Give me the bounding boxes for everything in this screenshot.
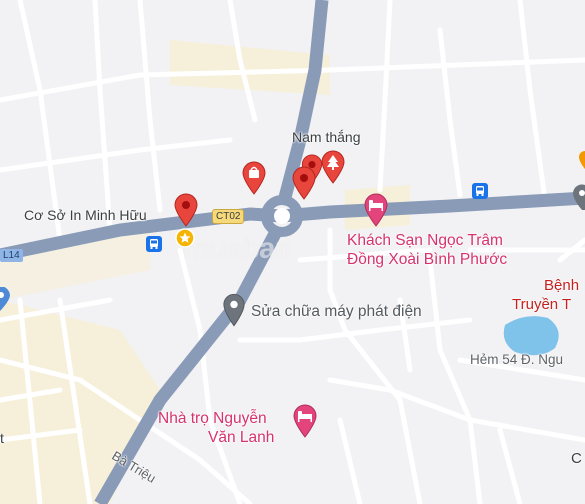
map-pin-gray-icon[interactable] [571,183,585,211]
place-label-edge-c: C [571,450,582,467]
watermark: muaban [183,232,293,265]
map-pin-gray-icon[interactable] [222,293,246,327]
hotel-bed-icon[interactable] [292,404,318,438]
place-label-sua-chua[interactable]: Sửa chữa máy phát điện [251,303,422,321]
pond-water [503,316,559,356]
map-canvas[interactable]: muaban CT02 L14 Cơ Sở In Minh Hữu Nam th… [0,0,585,504]
place-label-khach-san-line2[interactable]: Đồng Xoài Bình Phước [347,250,507,270]
place-label-co-so-in[interactable]: Cơ Sở In Minh Hữu [24,207,147,223]
place-label-khach-san-line1[interactable]: Khách Sạn Ngọc Trâm [347,231,503,251]
map-pin-orange-icon[interactable] [578,150,585,170]
route-shield-l14: L14 [0,249,23,262]
shopping-bag-pin-icon[interactable] [241,161,267,195]
place-label-benh-line1[interactable]: Bệnh [544,276,579,296]
place-label-edge-t: t [0,430,4,446]
place-label-nha-tro-line1[interactable]: Nhà trọ Nguyễn [158,409,267,429]
roundabout-icon [274,208,290,224]
tree-pin-icon[interactable] [320,150,346,184]
bus-stop-icon[interactable] [146,236,162,252]
map-pin-red-icon[interactable] [173,193,199,227]
place-label-nam-thang[interactable]: Nam thắng [292,129,360,145]
road-label-hem-54: Hẻm 54 Đ. Ngu [470,352,564,367]
hotel-bed-icon[interactable] [363,193,389,227]
map-pin-red-icon[interactable] [291,166,317,200]
place-label-benh-line2[interactable]: Truyền T [512,295,571,315]
bus-stop-icon[interactable] [472,183,488,199]
saved-star-icon[interactable] [175,228,195,248]
place-label-nha-tro-line2[interactable]: Văn Lanh [208,428,274,448]
map-pin-blue-icon[interactable] [0,287,12,313]
route-shield-ct02: CT02 [212,209,245,224]
